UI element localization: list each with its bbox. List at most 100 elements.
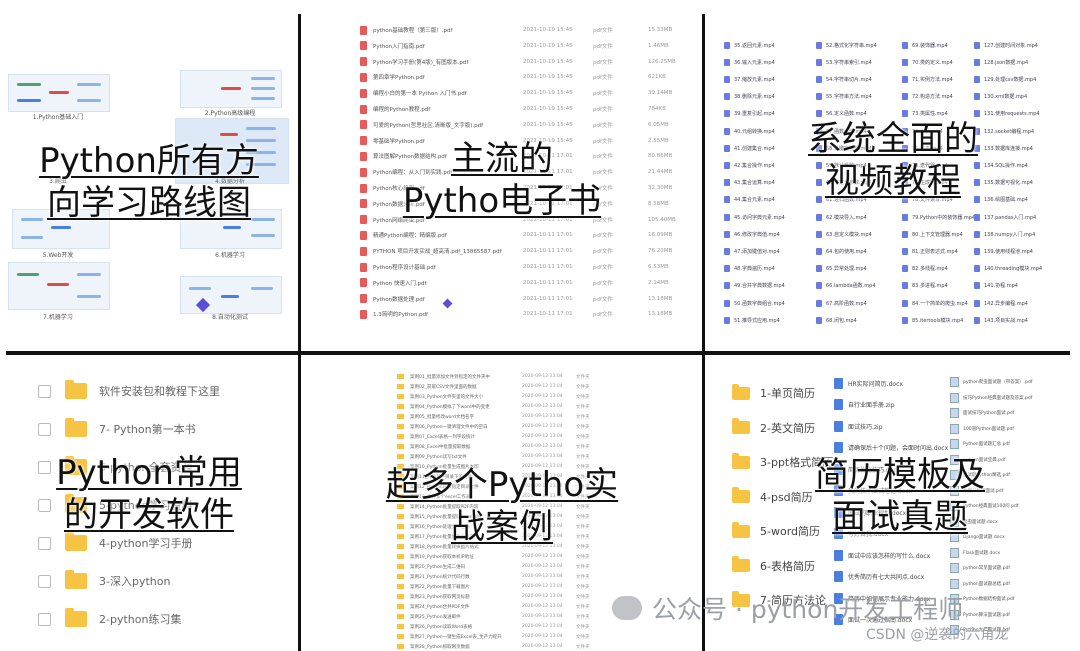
interview-file-row[interactable]: 技巧Python经典面试题及答案.pdf	[950, 392, 1032, 404]
video-file[interactable]: 127.创建时间对象.mp4	[974, 40, 1038, 50]
video-file[interactable]: 53.字符串索引.mp4	[816, 57, 872, 67]
mindmap-thumbnail[interactable]	[180, 70, 282, 108]
folder-row[interactable]: 7- Python第一本书	[38, 416, 196, 442]
mindmap-thumbnail[interactable]	[8, 74, 110, 112]
video-file[interactable]: 79.Python中的装饰器.mp4	[902, 212, 975, 222]
video-file[interactable]: 46.修改字典值.mp4	[724, 229, 780, 239]
case-folder-row[interactable]: 案例04_Python模拟了下word中的变更 2020-09-12 13:04 文…	[397, 402, 606, 411]
video-file[interactable]: 68.闭包.mp4	[816, 315, 857, 325]
row-checkbox[interactable]	[38, 536, 51, 550]
case-folder-row[interactable]: 案例20_Python生成二维码 2020-09-12 13:04 文件夹	[397, 562, 606, 571]
case-folder-row[interactable]: 案例03_Python文件夹里的文件大小 2020-09-12 13:04 文件夹	[397, 392, 606, 401]
interview-file-row[interactable]: python面试题总结.pdf	[950, 578, 1010, 590]
resume-file-row[interactable]: 面试技巧.zip	[834, 419, 883, 433]
resume-file-row[interactable]: 请确保后十个问题，会面时问出.docx	[834, 441, 948, 455]
video-file[interactable]: 142.异步编程.mp4	[974, 298, 1028, 308]
video-file[interactable]: 85.itertools模块.mp4	[902, 315, 963, 325]
pdf-file-row[interactable]: 第四章学Python.pdf 2021-10-19 15:45 pdf文件 621KB	[360, 71, 688, 83]
interview-file-row[interactable]: Python面试题汇总.pdf	[950, 438, 1010, 450]
video-file[interactable]: 36.输入元素.mp4	[724, 57, 775, 67]
video-file[interactable]: 64.包的使用.mp4	[816, 246, 867, 256]
mindmap-thumbnail[interactable]	[180, 276, 282, 314]
video-file[interactable]: 35.返回元素.mp4	[724, 40, 775, 50]
row-checkbox[interactable]	[38, 384, 51, 398]
resume-file-row[interactable]: 自行业面手册.zip	[834, 398, 895, 412]
case-folder-row[interactable]: 案例19_Python获取本机IP地址 2020-09-12 13:04 文件夹	[397, 552, 606, 561]
mindmap-thumbnail[interactable]	[8, 262, 110, 310]
interview-file-row[interactable]: Flask面试题.docx	[950, 547, 1000, 559]
video-file[interactable]: 141.协程.mp4	[974, 281, 1018, 291]
video-file[interactable]: 80.上下文管理器.mp4	[902, 229, 963, 239]
video-file[interactable]: 45.访问字典元素.mp4	[724, 212, 785, 222]
case-folder-row[interactable]: 案例28_Python抓取网页数据 2020-09-12 13:04 文件夹	[397, 642, 606, 651]
video-file[interactable]: 129.处理csv数据.mp4	[974, 74, 1036, 84]
interview-file-row[interactable]: python爬虫面试题（带答案）.pdf	[950, 376, 1032, 388]
pdf-file-row[interactable]: Python程序设计基础.pdf 2021-10-11 17:01 pdf文件 6.5…	[360, 261, 688, 273]
video-file[interactable]: 66.lambda函数.mp4	[816, 281, 876, 291]
video-file[interactable]: 82.多线程.mp4	[902, 264, 948, 274]
video-file[interactable]: 38.删除元素.mp4	[724, 92, 775, 102]
pdf-file-row[interactable]: Python 快速入门.pdf 2021-10-11 17:01 pdf文件 2.14…	[360, 277, 688, 289]
pdf-file-row[interactable]: 1.3简明的Python.pdf 2021-10-11 17:01 pdf文件 13.…	[360, 308, 688, 320]
folder-row[interactable]: 软件安装包和教程下这里	[38, 378, 220, 404]
row-checkbox[interactable]	[38, 612, 51, 626]
case-folder-row[interactable]: 案例24_Python合并PDF文件 2020-09-12 13:04 文件夹	[397, 602, 606, 611]
pdf-file-row[interactable]: Python入门指南.pdf 2021-10-19 15:45 pdf文件 1.46M…	[360, 40, 688, 52]
case-folder-row[interactable]: 案例27_Python一键生成Excel表_生产力提升 2020-09-12 13…	[397, 632, 606, 641]
video-file[interactable]: 70.类的定义.mp4	[902, 57, 953, 67]
case-folder-row[interactable]: 案例26_Python读取Word表格 2020-09-12 13:04 文件夹	[397, 622, 606, 631]
pdf-file-row[interactable]: 编程的Python教程.pdf 2021-10-19 15:45 pdf文件 784K…	[360, 103, 688, 115]
case-folder-row[interactable]: 案例09_Python读写txt文件 2020-09-12 13:04 文件夹	[397, 452, 606, 461]
resume-file-row[interactable]: 面试中应该怎样的写什么.docx	[834, 548, 930, 562]
video-file[interactable]: 63.自定义模块.mp4	[816, 229, 872, 239]
interview-file-row[interactable]: 面试技巧Python面试.pdf	[950, 407, 1014, 419]
video-file[interactable]: 128.json数据.mp4	[974, 57, 1028, 67]
resume-folder-row[interactable]: 6-表格简历	[732, 555, 815, 577]
video-file[interactable]: 81.正则表达式.mp4	[902, 246, 958, 256]
case-folder-row[interactable]: 案例01_批量添加文件到指定的文件夹中 2020-09-12 13:04 文件夹	[397, 372, 606, 381]
pdf-file-row[interactable]: 精通Python编程：精编版.pdf 2021-10-11 17:01 pdf文件 1…	[360, 229, 688, 241]
video-file[interactable]: 37.缩放元素.mp4	[724, 74, 775, 84]
video-file[interactable]: 140.threading模块.mp4	[974, 264, 1042, 274]
folder-row[interactable]: 2-python练习集	[38, 606, 181, 632]
video-file[interactable]: 71.实例方法.mp4	[902, 74, 953, 84]
pdf-file-row[interactable]: Python数据处理.pdf 2021-10-11 17:01 pdf文件 13.18…	[360, 293, 688, 305]
case-folder-row[interactable]: 案例02_获取CSV文件里面的数据 2020-09-12 13:04 文件夹	[397, 382, 606, 391]
video-file[interactable]: 49.合并字典数据.mp4	[724, 281, 785, 291]
resume-file-row[interactable]: HR实际问简历.docx	[834, 376, 903, 390]
case-folder-row[interactable]: 案例21_Python统计代码行数 2020-09-12 13:04 文件夹	[397, 572, 606, 581]
video-file[interactable]: 69.装饰器.mp4	[902, 40, 948, 50]
video-file[interactable]: 52.格式化字符串.mp4	[816, 40, 877, 50]
interview-file-row[interactable]: 100道Python面试题.pdf	[950, 423, 1014, 435]
video-file[interactable]: 137.pandas入门.mp4	[974, 212, 1036, 222]
video-file[interactable]: 55.字符串方法.mp4	[816, 92, 872, 102]
folder-row[interactable]: 3-深入python	[38, 568, 170, 594]
case-folder-row[interactable]: 案例23_Python获取网页标题 2020-09-12 13:04 文件夹	[397, 592, 606, 601]
video-file[interactable]: 50.函数字典组合.mp4	[724, 298, 785, 308]
video-file[interactable]: 138.numpy入门.mp4	[974, 229, 1035, 239]
video-file[interactable]: 84.一个简单的爬虫.mp4	[902, 298, 968, 308]
case-folder-row[interactable]: 案例25_Python发送邮件 2020-09-12 13:04 文件夹	[397, 612, 606, 621]
pdf-file-row[interactable]: python基础教程（第三版）.pdf 2021-10-19 15:45 pdf文件…	[360, 24, 688, 36]
case-folder-row[interactable]: 案例07_Excel表格一列字段统计 2020-09-12 13:04 文件夹	[397, 432, 606, 441]
video-file[interactable]: 48.字典遍历.mp4	[724, 264, 775, 274]
video-file[interactable]: 130.xml数据.mp4	[974, 92, 1027, 102]
case-folder-row[interactable]: 案例22_Python批量下载图片 2020-09-12 13:04 文件夹	[397, 582, 606, 591]
video-file[interactable]: 72.构造方法.mp4	[902, 92, 953, 102]
pdf-file-row[interactable]: 编程小白的第一本 Python 入门书.pdf 2021-10-19 15:45 p…	[360, 87, 688, 99]
pdf-file-row[interactable]: 可爱的Python(哲思社区.清晰版_文字版).pdf 2021-10-19 15…	[360, 119, 688, 131]
resume-folder-row[interactable]: 2-英文简历	[732, 417, 815, 439]
row-checkbox[interactable]	[38, 574, 51, 588]
video-file[interactable]: 47.添加键值对.mp4	[724, 246, 780, 256]
case-folder-row[interactable]: 案例06_Python一键清理文件中的空白 2020-09-12 13:04 文件夹	[397, 422, 606, 431]
pdf-file-row[interactable]: PYTHON 项目开发实战_超高清.pdf_13865587.pdf 2021-1…	[360, 245, 688, 257]
video-file[interactable]: 83.多进程.mp4	[902, 281, 948, 291]
video-file[interactable]: 67.高阶函数.mp4	[816, 298, 867, 308]
video-file[interactable]: 65.异常处理.mp4	[816, 264, 867, 274]
video-file[interactable]: 54.字符串切片.mp4	[816, 74, 872, 84]
video-file[interactable]: 62.模块导入.mp4	[816, 212, 867, 222]
video-file[interactable]: 139.使用线程池.mp4	[974, 246, 1033, 256]
case-folder-row[interactable]: 案例08_Excel中批量提取数据 2020-09-12 13:04 文件夹	[397, 442, 606, 451]
video-file[interactable]: 51.推导式应用.mp4	[724, 315, 780, 325]
resume-folder-row[interactable]: 1-单页简历	[732, 382, 815, 404]
